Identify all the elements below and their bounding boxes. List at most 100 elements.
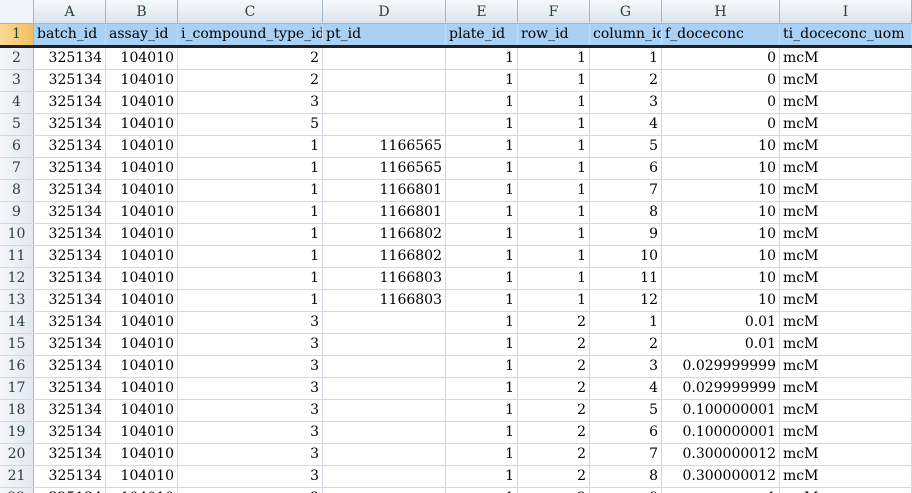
data-cell[interactable]: 3: [178, 488, 323, 493]
row-header[interactable]: 18: [0, 400, 34, 421]
data-cell[interactable]: 104010: [106, 180, 178, 201]
data-cell[interactable]: 325134: [34, 202, 106, 223]
data-cell[interactable]: 2: [518, 378, 590, 399]
data-cell[interactable]: 12: [590, 290, 662, 311]
data-cell[interactable]: mcM: [780, 488, 912, 493]
data-cell[interactable]: 5: [590, 400, 662, 421]
data-cell[interactable]: 2: [518, 334, 590, 355]
data-cell[interactable]: 1: [446, 378, 518, 399]
data-cell[interactable]: 4: [590, 114, 662, 135]
row-header[interactable]: 19: [0, 422, 34, 443]
data-cell[interactable]: 6: [590, 422, 662, 443]
data-cell[interactable]: 5: [178, 114, 323, 135]
data-cell[interactable]: mcM: [780, 378, 912, 399]
row-header[interactable]: 4: [0, 92, 34, 113]
data-cell[interactable]: 3: [178, 92, 323, 113]
data-cell[interactable]: 3: [178, 466, 323, 487]
data-cell[interactable]: 104010: [106, 400, 178, 421]
data-cell[interactable]: 325134: [34, 400, 106, 421]
data-cell[interactable]: mcM: [780, 246, 912, 267]
data-cell[interactable]: 104010: [106, 224, 178, 245]
row-header[interactable]: 8: [0, 180, 34, 201]
data-cell[interactable]: 104010: [106, 114, 178, 135]
data-cell[interactable]: 325134: [34, 114, 106, 135]
data-cell[interactable]: 1: [518, 114, 590, 135]
data-cell[interactable]: 1: [446, 180, 518, 201]
data-cell[interactable]: 1166802: [323, 246, 446, 267]
data-cell[interactable]: 104010: [106, 466, 178, 487]
row-header[interactable]: 3: [0, 70, 34, 91]
header-cell[interactable]: batch_id: [34, 24, 106, 45]
data-cell[interactable]: 3: [178, 334, 323, 355]
data-cell[interactable]: 0: [662, 70, 780, 91]
data-cell[interactable]: mcM: [780, 422, 912, 443]
data-cell[interactable]: 1: [446, 400, 518, 421]
column-header-f[interactable]: F: [518, 0, 590, 23]
data-cell[interactable]: 1: [518, 92, 590, 113]
data-cell[interactable]: [323, 356, 446, 377]
data-cell[interactable]: 1: [178, 202, 323, 223]
data-cell[interactable]: [323, 334, 446, 355]
data-cell[interactable]: 1: [518, 290, 590, 311]
column-header-b[interactable]: B: [106, 0, 178, 23]
data-cell[interactable]: 1: [446, 114, 518, 135]
data-cell[interactable]: mcM: [780, 334, 912, 355]
data-cell[interactable]: 1: [178, 246, 323, 267]
data-cell[interactable]: 1: [178, 224, 323, 245]
data-cell[interactable]: 1166565: [323, 158, 446, 179]
row-header[interactable]: 2: [0, 48, 34, 69]
data-cell[interactable]: 325134: [34, 378, 106, 399]
row-header[interactable]: 22: [0, 488, 34, 493]
header-cell[interactable]: f_doceconc: [662, 24, 780, 45]
data-cell[interactable]: 1: [590, 48, 662, 69]
data-cell[interactable]: 1: [446, 466, 518, 487]
data-cell[interactable]: 11: [590, 268, 662, 289]
data-cell[interactable]: 0: [662, 92, 780, 113]
row-header[interactable]: 7: [0, 158, 34, 179]
data-cell[interactable]: [323, 312, 446, 333]
data-cell[interactable]: 325134: [34, 312, 106, 333]
data-cell[interactable]: 1166801: [323, 180, 446, 201]
row-header[interactable]: 15: [0, 334, 34, 355]
data-cell[interactable]: [323, 70, 446, 91]
data-cell[interactable]: 3: [590, 356, 662, 377]
data-cell[interactable]: 1: [446, 356, 518, 377]
data-cell[interactable]: [323, 488, 446, 493]
data-cell[interactable]: 10: [662, 290, 780, 311]
data-cell[interactable]: 325134: [34, 136, 106, 157]
data-cell[interactable]: 325134: [34, 334, 106, 355]
data-cell[interactable]: 104010: [106, 334, 178, 355]
data-cell[interactable]: 1: [446, 70, 518, 91]
row-header[interactable]: 9: [0, 202, 34, 223]
data-cell[interactable]: 10: [662, 136, 780, 157]
column-header-h[interactable]: H: [662, 0, 780, 23]
data-cell[interactable]: 8: [590, 202, 662, 223]
data-cell[interactable]: 1: [518, 48, 590, 69]
data-cell[interactable]: 1: [518, 224, 590, 245]
data-cell[interactable]: 325134: [34, 158, 106, 179]
data-cell[interactable]: 9: [590, 224, 662, 245]
data-cell[interactable]: 1: [446, 92, 518, 113]
data-cell[interactable]: 325134: [34, 180, 106, 201]
data-cell[interactable]: 1: [446, 246, 518, 267]
data-cell[interactable]: 3: [178, 312, 323, 333]
row-header[interactable]: 13: [0, 290, 34, 311]
data-cell[interactable]: 0.01: [662, 334, 780, 355]
data-cell[interactable]: 1: [178, 136, 323, 157]
data-cell[interactable]: 1166802: [323, 224, 446, 245]
data-cell[interactable]: 5: [590, 136, 662, 157]
data-cell[interactable]: 7: [590, 444, 662, 465]
data-cell[interactable]: mcM: [780, 400, 912, 421]
row-header[interactable]: 5: [0, 114, 34, 135]
data-cell[interactable]: 2: [518, 466, 590, 487]
data-cell[interactable]: 1: [518, 180, 590, 201]
data-cell[interactable]: mcM: [780, 202, 912, 223]
data-cell[interactable]: 2: [590, 334, 662, 355]
data-cell[interactable]: 1: [518, 70, 590, 91]
data-cell[interactable]: 1166801: [323, 202, 446, 223]
data-cell[interactable]: mcM: [780, 268, 912, 289]
data-cell[interactable]: [323, 48, 446, 69]
data-cell[interactable]: 1: [446, 422, 518, 443]
data-cell[interactable]: 0.029999999: [662, 378, 780, 399]
column-header-g[interactable]: G: [590, 0, 662, 23]
